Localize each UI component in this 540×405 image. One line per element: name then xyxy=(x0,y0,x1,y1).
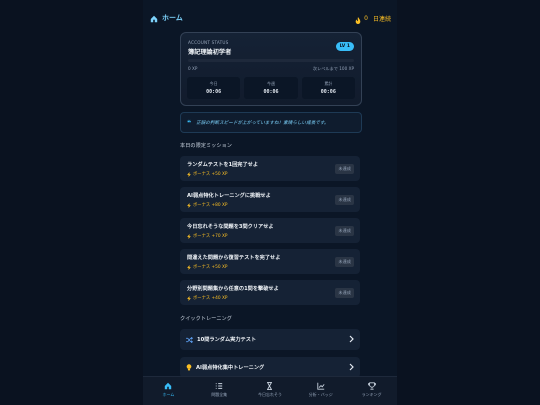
hourglass-icon xyxy=(267,382,273,390)
timer-value: 00:06 xyxy=(206,89,222,95)
home-icon xyxy=(150,8,158,27)
mission-card[interactable]: 分野別問題集から任意の1問を撃破せよ ボーナス +40 XP 未達成 xyxy=(180,280,360,305)
mission-title: 分野別問題集から任意の1問を撃破せよ xyxy=(187,286,279,292)
xp-to-next-level: 次レベルまで 100 XP xyxy=(312,66,354,71)
nav-label: ホーム xyxy=(162,392,175,397)
quick-label: 10問ランダム実力テスト xyxy=(197,337,257,343)
streak-label: 日連続 xyxy=(372,16,391,23)
nav-forgetting-today[interactable]: 今日忘れそう xyxy=(245,377,296,405)
coach-message: ❝ 正誤の判断スピードが上がっていますね！素晴らしい成長です。 xyxy=(180,112,362,133)
mission-bonus: ボーナス +50 XP xyxy=(187,171,228,177)
mission-card[interactable]: 今日忘れそうな問題を3問クリアせよ ボーナス +70 XP 未達成 xyxy=(180,218,360,243)
mission-bonus-text: ボーナス +80 XP xyxy=(193,203,228,208)
mission-bonus: ボーナス +70 XP xyxy=(187,233,228,239)
mission-title: 間違えた問題から復習テストを完了せよ xyxy=(187,255,281,261)
nav-home[interactable]: ホーム xyxy=(143,377,194,405)
app-frame: ホーム 0 日連続 ACCOUNT STATUS 簿記理論初学者 LV 1 0 … xyxy=(143,0,397,405)
home-link-label: ホーム xyxy=(162,13,183,22)
timer-total: 累計 00:06 xyxy=(301,77,355,99)
mission-status-badge: 未達成 xyxy=(335,257,354,267)
mission-title: 今日忘れそうな問題を3問クリアせよ xyxy=(187,224,274,230)
shuffle-icon xyxy=(186,336,193,343)
chevron-right-icon xyxy=(349,335,354,343)
nav-all-questions[interactable]: 問題全集 xyxy=(194,377,245,405)
mission-bonus: ボーナス +80 XP xyxy=(187,202,228,208)
mission-bonus-text: ボーナス +70 XP xyxy=(193,234,228,239)
list-icon xyxy=(215,383,223,389)
mission-card[interactable]: 間違えた問題から復習テストを完了せよ ボーナス +50 XP 未達成 xyxy=(180,249,360,274)
mission-bonus: ボーナス +50 XP xyxy=(187,264,228,270)
timer-label: 今週 xyxy=(266,81,275,86)
streak-count: 0 xyxy=(364,15,368,22)
lightning-icon xyxy=(187,233,191,239)
streak-indicator: 0 日連続 xyxy=(355,9,391,28)
mission-status-badge: 未達成 xyxy=(335,226,354,236)
nav-analytics-badges[interactable]: 分析・バッジ xyxy=(295,377,346,405)
mission-title: ランダムテストを1回完了せよ xyxy=(187,162,259,168)
nav-label: ランキング xyxy=(361,392,382,397)
nav-label: 問題全集 xyxy=(211,392,228,397)
mission-bonus-text: ボーナス +50 XP xyxy=(193,265,228,270)
lightning-icon xyxy=(187,295,191,301)
mission-bonus-text: ボーナス +40 XP xyxy=(193,296,228,301)
quick-label: AI弱点特化集中トレーニング xyxy=(196,365,265,371)
mission-title: AI弱点特化トレーニングに挑戦せよ xyxy=(187,193,271,199)
nav-ranking[interactable]: ランキング xyxy=(346,377,397,405)
mission-status-badge: 未達成 xyxy=(335,288,354,298)
lightning-icon xyxy=(187,202,191,208)
trophy-icon xyxy=(367,382,376,390)
study-time-row: 今日 00:06 今週 00:06 累計 00:06 xyxy=(187,77,355,99)
chart-icon xyxy=(317,382,325,390)
mission-status-badge: 未達成 xyxy=(335,164,354,174)
bulb-icon xyxy=(186,364,192,371)
timer-week: 今週 00:06 xyxy=(244,77,298,99)
lightning-icon xyxy=(187,264,191,270)
nav-label: 分析・バッジ xyxy=(308,392,333,397)
timer-value: 00:06 xyxy=(263,89,279,95)
home-link[interactable]: ホーム xyxy=(150,8,183,27)
account-rank-name: 簿記理論初学者 xyxy=(188,49,232,56)
account-status-card: ACCOUNT STATUS 簿記理論初学者 LV 1 0 XP 次レベルまで … xyxy=(180,32,362,106)
quick-training-heading: クイックトレーニング xyxy=(180,316,232,322)
quick-random-test-button[interactable]: 10問ランダム実力テスト xyxy=(180,329,360,350)
home-icon xyxy=(165,382,172,390)
coach-message-text: 正誤の判断スピードが上がっていますね！素晴らしい成長です。 xyxy=(196,120,329,126)
level-badge: LV 1 xyxy=(335,42,354,51)
xp-current: 0 XP xyxy=(188,66,198,71)
bottom-navigation: ホーム 問題全集 今日忘れそう 分析・バッジ ランキング xyxy=(143,376,397,405)
mission-bonus-text: ボーナス +50 XP xyxy=(193,172,228,177)
mission-card[interactable]: AI弱点特化トレーニングに挑戦せよ ボーナス +80 XP 未達成 xyxy=(180,187,360,212)
xp-progress-bar xyxy=(188,59,354,62)
lightning-icon xyxy=(187,171,191,177)
timer-today: 今日 00:06 xyxy=(187,77,241,99)
timer-value: 00:06 xyxy=(320,89,336,95)
mission-bonus: ボーナス +40 XP xyxy=(187,295,228,301)
account-status-caption: ACCOUNT STATUS xyxy=(188,40,229,45)
top-bar: ホーム 0 日連続 xyxy=(143,0,397,26)
timer-label: 今日 xyxy=(209,81,218,86)
mission-card[interactable]: ランダムテストを1回完了せよ ボーナス +50 XP 未達成 xyxy=(180,156,360,181)
chevron-right-icon xyxy=(349,363,354,371)
quote-icon: ❝ xyxy=(187,118,192,127)
timer-label: 累計 xyxy=(324,81,333,86)
flame-icon xyxy=(355,9,361,28)
nav-label: 今日忘れそう xyxy=(257,392,282,397)
mission-status-badge: 未達成 xyxy=(335,195,354,205)
missions-heading: 本日の限定ミッション xyxy=(180,143,232,149)
quick-ai-weakness-button[interactable]: AI弱点特化集中トレーニング xyxy=(180,357,360,378)
